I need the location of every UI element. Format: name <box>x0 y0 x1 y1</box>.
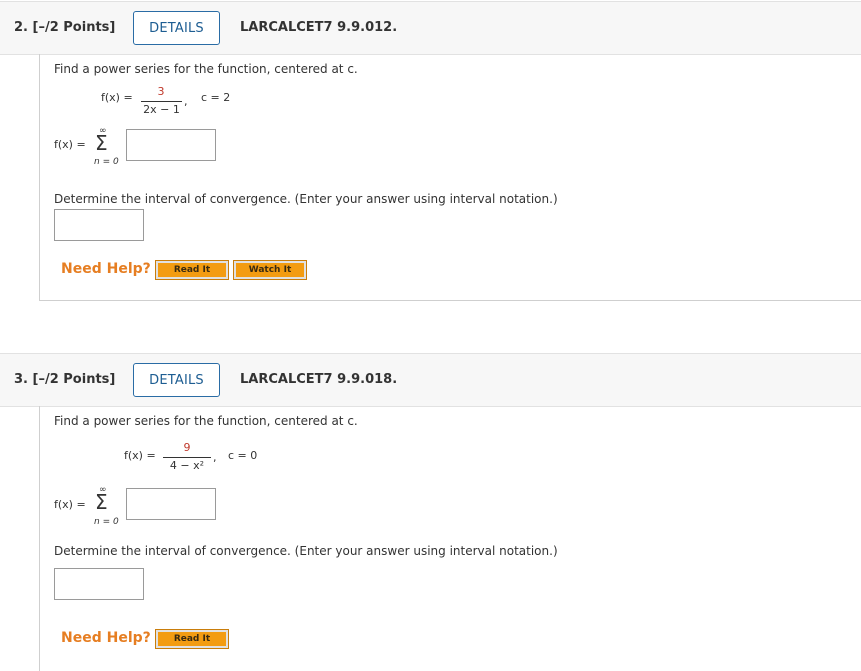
details-button[interactable]: DETAILS <box>133 11 220 45</box>
function-label: f(x) = <box>124 449 156 462</box>
fraction-bar <box>141 101 182 102</box>
comma: , <box>213 451 217 464</box>
question-3-number: 3. [–/2 Points] <box>14 372 115 387</box>
need-help-label: Need Help? <box>61 261 151 277</box>
sum-lower-limit: n = 0 <box>94 517 119 527</box>
question-code: LARCALCET7 9.9.012. <box>240 20 398 35</box>
center-value: c = 2 <box>201 91 231 104</box>
fraction-denominator: 2x − 1 <box>143 103 180 116</box>
sigma-icon: Σ <box>95 490 108 514</box>
question-number: 2. <box>14 20 28 35</box>
question-number: 3. <box>14 372 28 387</box>
question-3-header: 3. [–/2 Points] DETAILS LARCALCET7 9.9.0… <box>0 353 861 407</box>
sigma-icon: Σ <box>95 131 108 155</box>
fraction-bar <box>163 457 211 458</box>
question-3-body: Find a power series for the function, ce… <box>39 406 861 671</box>
comma: , <box>184 95 188 108</box>
need-help-label: Need Help? <box>61 630 151 646</box>
fraction-denominator: 4 − x² <box>169 459 205 472</box>
center-value: c = 0 <box>228 449 258 462</box>
read-it-button[interactable]: Read It <box>155 629 229 649</box>
question-2-body: Find a power series for the function, ce… <box>39 54 861 301</box>
question-points: [–/2 Points] <box>32 372 116 387</box>
fraction-numerator: 9 <box>183 441 191 454</box>
interval-answer-field[interactable] <box>54 209 144 241</box>
question-code: LARCALCET7 9.9.018. <box>240 372 398 387</box>
question-points: [–/2 Points] <box>32 20 116 35</box>
sum-label: f(x) = <box>54 138 86 151</box>
interval-prompt: Determine the interval of convergence. (… <box>54 192 558 206</box>
read-it-button[interactable]: Read It <box>155 260 229 280</box>
power-series-answer-field[interactable] <box>126 129 216 161</box>
interval-answer-field[interactable] <box>54 568 144 600</box>
function-label: f(x) = <box>101 91 133 104</box>
question-2-header: 2. [–/2 Points] DETAILS LARCALCET7 9.9.0… <box>0 1 861 55</box>
question-2-number: 2. [–/2 Points] <box>14 20 115 35</box>
question-prompt: Find a power series for the function, ce… <box>54 62 358 76</box>
power-series-answer-field[interactable] <box>126 488 216 520</box>
sum-label: f(x) = <box>54 498 86 511</box>
watch-it-button[interactable]: Watch It <box>233 260 307 280</box>
question-prompt: Find a power series for the function, ce… <box>54 414 358 428</box>
sum-lower-limit: n = 0 <box>94 157 119 167</box>
details-button[interactable]: DETAILS <box>133 363 220 397</box>
fraction-numerator: 3 <box>157 85 165 98</box>
interval-prompt: Determine the interval of convergence. (… <box>54 544 558 558</box>
